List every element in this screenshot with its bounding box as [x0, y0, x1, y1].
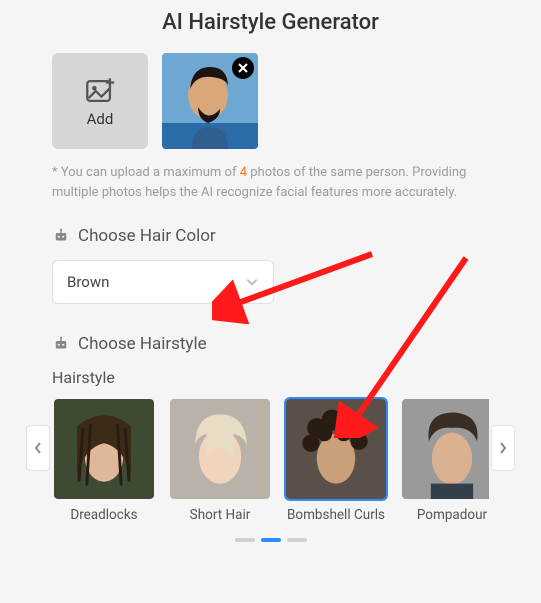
remove-photo-button[interactable] [232, 57, 254, 79]
hairstyle-option-dreadlocks[interactable]: Dreadlocks [52, 397, 156, 524]
upload-hint: * You can upload a maximum of 4 photos o… [52, 163, 513, 202]
chevron-left-icon [33, 441, 43, 455]
page-dot[interactable] [287, 538, 307, 542]
hairstyle-option-pompadour[interactable]: Pompadour [400, 397, 489, 524]
add-label: Add [87, 110, 114, 128]
hair-color-select[interactable]: Brown [52, 260, 274, 304]
chevron-right-icon [498, 441, 508, 455]
close-icon [237, 62, 249, 74]
hairstyle-option-bombshell-curls[interactable]: Bombshell Curls [284, 397, 388, 524]
robot-icon [52, 335, 70, 353]
hairstyle-label: Bombshell Curls [287, 507, 385, 524]
page-dot[interactable] [235, 538, 255, 542]
hairstyle-label: Short Hair [190, 507, 251, 524]
hairstyle-list: Dreadlocks Short Hair Bombshell Curls Po… [52, 397, 489, 524]
hairstyle-option-short-hair[interactable]: Short Hair [168, 397, 272, 524]
hair-color-value: Brown [67, 273, 109, 291]
carousel-prev-button[interactable] [26, 425, 50, 471]
carousel-pagination [26, 538, 515, 542]
robot-icon [52, 227, 70, 245]
add-image-icon [83, 74, 117, 108]
chevron-down-icon [245, 275, 259, 289]
hairstyle-sub-label: Hairstyle [52, 368, 515, 387]
add-photo-button[interactable]: Add [52, 53, 148, 149]
uploaded-photo[interactable] [162, 53, 258, 149]
carousel-next-button[interactable] [491, 425, 515, 471]
hairstyle-carousel: Dreadlocks Short Hair Bombshell Curls Po… [26, 397, 515, 524]
upload-row: Add [52, 53, 515, 149]
hair-color-heading: Choose Hair Color [52, 226, 515, 246]
page-title: AI Hairstyle Generator [26, 10, 515, 35]
hairstyle-heading: Choose Hairstyle [52, 334, 515, 354]
hairstyle-label: Dreadlocks [70, 507, 137, 524]
hairstyle-label: Pompadour [417, 507, 487, 524]
page-dot[interactable] [261, 538, 281, 542]
